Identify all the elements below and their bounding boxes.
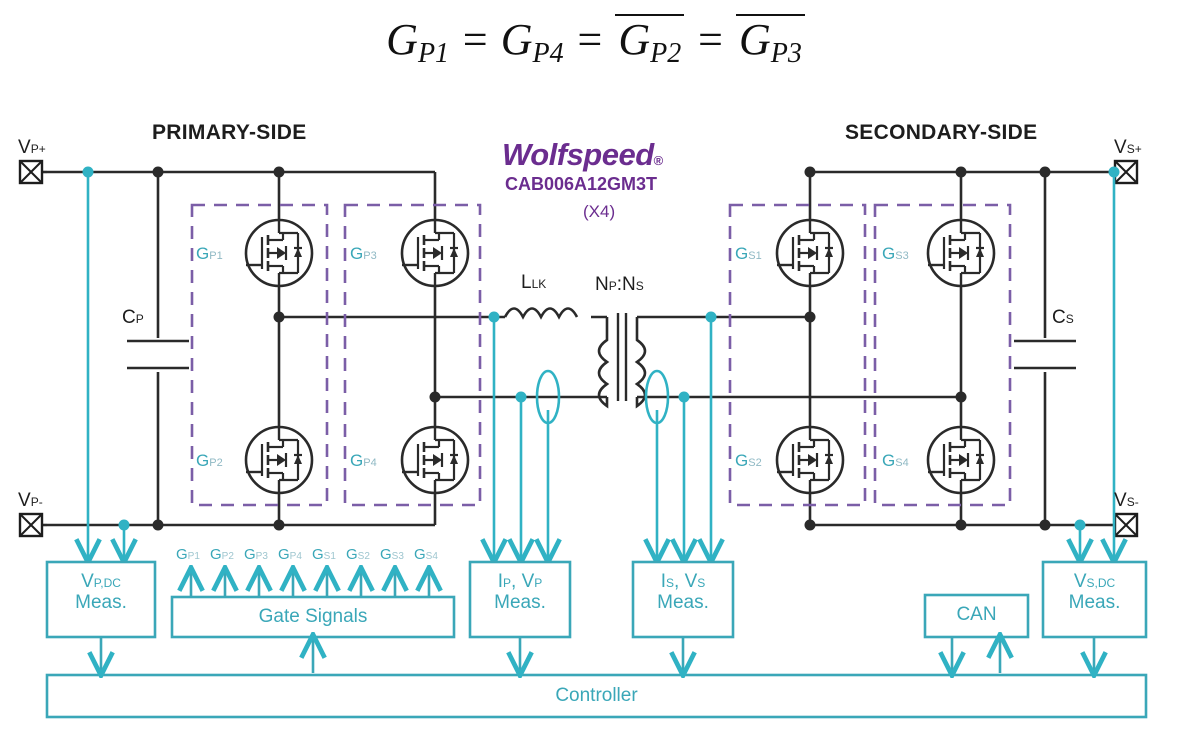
label-mosfet-gs1: GS1 (735, 244, 762, 263)
box-label-is-vs-line1: IS, VS (660, 571, 706, 592)
label-transformer-ratio: NP:NS (595, 274, 644, 295)
label-mosfet-gp3: GP3 (350, 244, 377, 263)
mosfet-gs2[interactable] (775, 425, 845, 495)
gate-signal-label-gp4: GP4 (278, 546, 302, 563)
equation-equals-1: = (460, 15, 490, 64)
wolfspeed-logo: Wolfspeed® (502, 137, 663, 172)
mosfet-gp1[interactable] (244, 218, 314, 288)
box-label-vp-dc-meas[interactable]: VP,DC Meas. (47, 571, 155, 614)
gate-signal-label-gs3: GS3 (380, 546, 404, 563)
terminal-vs-minus[interactable] (1113, 512, 1139, 538)
label-capacitor-cp: CP (122, 307, 144, 328)
label-inductor-llk: LLK (521, 272, 547, 293)
box-label-gate-signals[interactable]: Gate Signals (172, 606, 454, 627)
equation-equals-2: = (574, 15, 605, 64)
mosfet-gp3[interactable] (400, 218, 470, 288)
equation-term-3-negated: GP2 (615, 14, 685, 68)
box-label-vs-dc-meas[interactable]: VS,DC Meas. (1043, 571, 1146, 614)
gate-signal-arrows (191, 570, 429, 597)
equation-gate-relationship: GP1 = GP4 = GP2 = GP3 (0, 14, 1191, 70)
gate-signal-label-gp2: GP2 (210, 546, 234, 563)
gate-signal-label-gs2: GS2 (346, 546, 370, 563)
box-label-vs-dc-line2: Meas. (1068, 592, 1121, 614)
terminal-vp-minus[interactable] (18, 512, 44, 538)
gate-signal-label-gs4: GS4 (414, 546, 438, 563)
mosfet-gs1[interactable] (775, 218, 845, 288)
label-terminal-vs-minus: VS- (1114, 490, 1139, 511)
box-label-ip-vp-line1: IP, VP (497, 571, 543, 592)
box-label-vp-dc-line1: VP,DC (81, 571, 121, 592)
label-terminal-vp-plus: VP+ (18, 137, 46, 158)
label-mosfet-gp1: GP1 (196, 244, 223, 263)
box-label-is-vs-line2: Meas. (657, 592, 709, 614)
box-label-ip-vp-meas[interactable]: IP, VP Meas. (470, 571, 570, 614)
label-mosfet-gs3: GS3 (882, 244, 909, 263)
box-label-is-vs-meas[interactable]: IS, VS Meas. (633, 571, 733, 614)
equation-equals-3: = (695, 15, 725, 64)
part-number-label: CAB006A12GM3T (505, 174, 658, 194)
label-mosfet-gp2: GP2 (196, 451, 223, 470)
mosfet-gs4[interactable] (926, 425, 996, 495)
label-mosfet-gs4: GS4 (882, 451, 909, 470)
label-mosfet-gs2: GS2 (735, 451, 762, 470)
schematic-diagram: PRIMARY-SIDE SECONDARY-SIDE Wolfspeed® C… (0, 110, 1191, 729)
terminal-vp-plus[interactable] (18, 159, 44, 185)
transformer-symbol (597, 313, 647, 409)
mosfet-gs3[interactable] (926, 218, 996, 288)
label-terminal-vs-plus: VS+ (1114, 137, 1142, 158)
module-quantity-label: (X4) (583, 202, 616, 221)
heading-primary-side: PRIMARY-SIDE (152, 121, 307, 144)
box-label-can[interactable]: CAN (925, 604, 1028, 625)
box-label-ip-vp-line2: Meas. (494, 592, 546, 614)
label-capacitor-cs: CS (1052, 307, 1074, 328)
gate-signal-label-gp3: GP3 (244, 546, 268, 563)
box-label-vp-dc-line2: Meas. (75, 592, 127, 614)
equation-term-4-negated: GP3 (735, 14, 805, 68)
mosfet-gp2[interactable] (244, 425, 314, 495)
controller-links (101, 637, 1094, 673)
equation-term-2: GP4 (500, 15, 564, 69)
gate-signal-label-gp1: GP1 (176, 546, 200, 563)
gate-signal-label-gs1: GS1 (312, 546, 336, 563)
equation-term-1: GP1 (386, 15, 450, 69)
label-terminal-vp-minus: VP- (18, 490, 43, 511)
label-mosfet-gp4: GP4 (350, 451, 377, 470)
mosfet-gp4[interactable] (400, 425, 470, 495)
box-label-vs-dc-line1: VS,DC (1073, 571, 1116, 592)
heading-secondary-side: SECONDARY-SIDE (845, 121, 1038, 144)
box-label-controller[interactable]: Controller (47, 685, 1146, 706)
